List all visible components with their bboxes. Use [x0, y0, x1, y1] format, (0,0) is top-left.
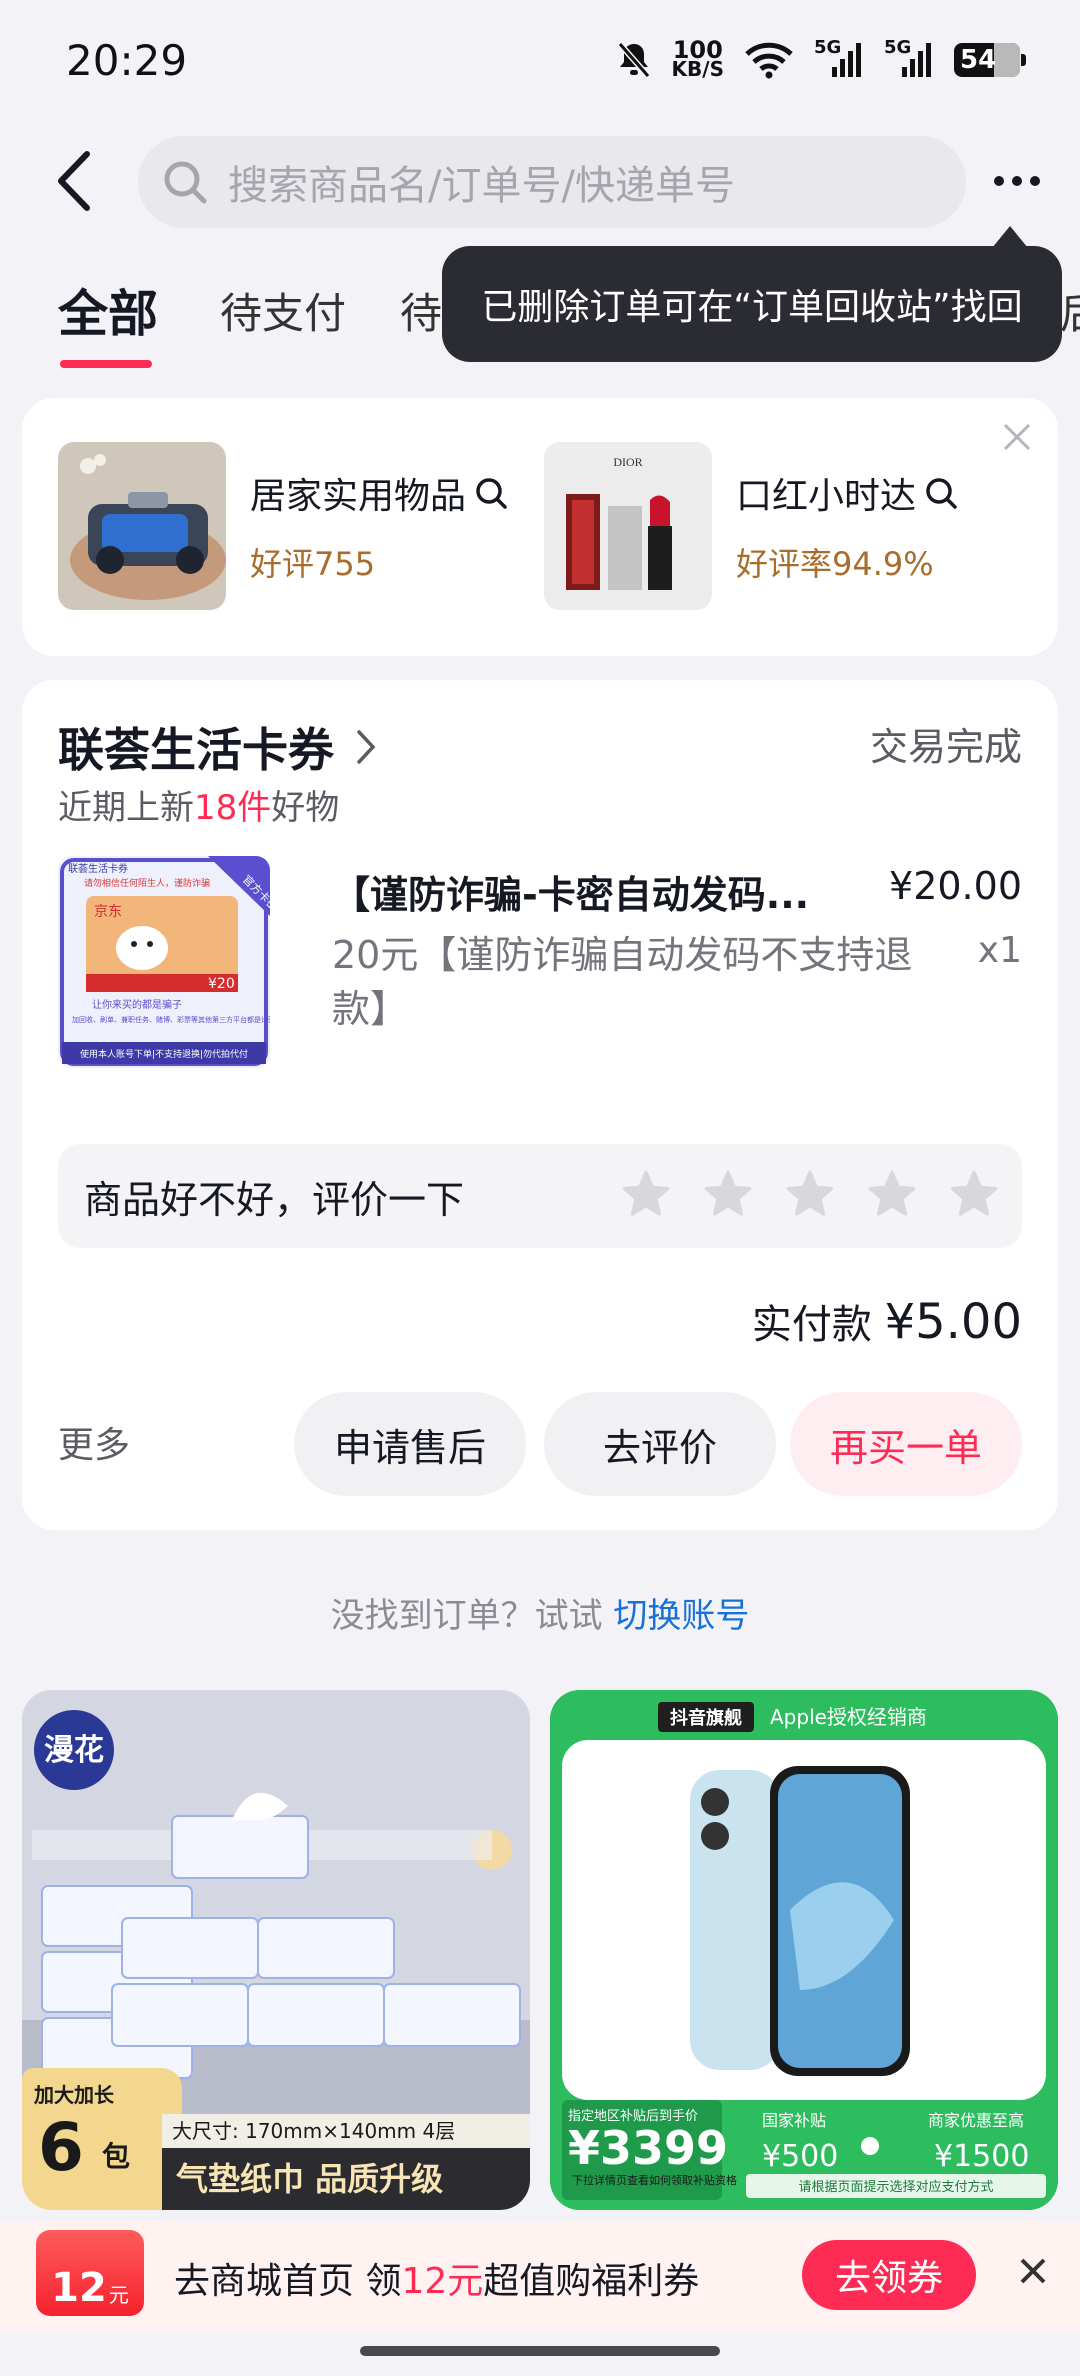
svg-text:大尺寸: 170mm×140mm 4层: 大尺寸: 170mm×140mm 4层 [172, 2119, 455, 2143]
after-sale-button[interactable]: 申请售后 [294, 1392, 526, 1496]
buy-again-button[interactable]: 再买一单 [790, 1392, 1022, 1496]
svg-text:气垫纸巾 品质升级: 气垫纸巾 品质升级 [176, 2160, 443, 2198]
reco-close-button[interactable] [1002, 422, 1032, 456]
switch-account-link[interactable]: 切换账号 [613, 1596, 749, 1636]
reco-item-home[interactable]: 居家实用物品 好评755 [58, 442, 508, 610]
tab-pending-payment[interactable]: 待支付 [220, 280, 346, 341]
svg-text:漫花: 漫花 [44, 1733, 104, 1768]
search-placeholder: 搜索商品名/订单号/快递单号 [228, 163, 735, 209]
order-status: 交易完成 [869, 725, 1022, 769]
svg-text:抖音旗舰: 抖音旗舰 [670, 1707, 742, 1729]
wifi-icon [745, 42, 793, 79]
star-icon[interactable] [866, 1168, 918, 1220]
reco-sub-home: 好评755 [250, 545, 376, 583]
order-card: 联荟生活卡券 交易完成 近期上新18件好物 联荟生活卡券 官方卡密 请勿相信任何… [22, 680, 1058, 1530]
svg-text:国家补贴: 国家补贴 [762, 2111, 826, 2130]
get-coupon-button[interactable]: 去领券 [802, 2240, 976, 2310]
product-description: 20元【谨防诈骗自动发码不支持退款】 [332, 933, 913, 1031]
status-icons: 100 KB/S 5G 5G 54 [616, 36, 1026, 81]
signal-bars-icon [902, 43, 931, 77]
reco-title-home: 居家实用物品 [250, 476, 467, 517]
review-button[interactable]: 去评价 [544, 1392, 776, 1496]
paid-amount: 实付款 ¥5.00 [751, 1294, 1022, 1350]
star-icon[interactable] [948, 1168, 1000, 1220]
battery-icon: 54 [954, 43, 1026, 77]
feed-item-iphone[interactable]: 抖音旗舰 Apple授权经销商 指定地区补贴后到手价 ¥3399 下拉详情页查看… [550, 1690, 1058, 2210]
star-icon[interactable] [702, 1168, 754, 1220]
tissue-product-image: 漫花 加大加长 6 包 大尺寸: 170mm×140mm 4层 气垫纸巾 品质升… [22, 1690, 530, 2210]
product-title[interactable]: 【谨防诈骗-卡密自动发码... [332, 864, 809, 919]
product-image[interactable]: 联荟生活卡券 官方卡密 请勿相信任何陌生人，谨防诈骗 京东 ¥20 让你来买的都… [58, 856, 270, 1068]
star-icon[interactable] [784, 1168, 836, 1220]
search-input[interactable]: 搜索商品名/订单号/快递单号 [138, 136, 966, 228]
signal-5g-1: 5G [814, 37, 864, 79]
search-icon [164, 161, 207, 204]
svg-text:¥500: ¥500 [762, 2139, 838, 2174]
svg-text:商家优惠至高: 商家优惠至高 [928, 2111, 1024, 2130]
more-menu-button[interactable] [994, 176, 1040, 186]
svg-text:6: 6 [38, 2109, 84, 2186]
recommendation-card: 居家实用物品 好评755 DIOR 口红小时达 好评率94.9% [22, 398, 1058, 656]
svg-text:加大加长: 加大加长 [33, 2083, 115, 2107]
close-icon [1020, 2258, 1046, 2284]
reco-sub-lipstick: 好评率94.9% [736, 545, 934, 583]
svg-text:京东: 京东 [94, 904, 122, 920]
reco-title-lipstick: 口红小时达 [736, 476, 917, 517]
net-speed: 100 KB/S [671, 36, 724, 81]
star-icon[interactable] [620, 1168, 672, 1220]
recycle-bin-tooltip[interactable]: 已删除订单可在“订单回收站”找回 [442, 246, 1062, 362]
chevron-right-icon [357, 730, 376, 764]
tab-indicator [60, 360, 152, 368]
product-price: ¥20.00 [889, 864, 1022, 908]
svg-text:Apple授权经销商: Apple授权经销商 [770, 1705, 927, 1729]
svg-text:请根据页面提示选择对应支付方式: 请根据页面提示选择对应支付方式 [798, 2179, 993, 2195]
search-icon [476, 478, 507, 509]
feed-item-tissue[interactable]: 漫花 加大加长 6 包 大尺寸: 170mm×140mm 4层 气垫纸巾 品质升… [22, 1690, 530, 2210]
rating-prompt: 商品好不好，评价一下 [84, 1177, 465, 1222]
coupon-banner-text: 去商城首页 领12元超值购福利券 [174, 2261, 700, 2302]
svg-text:联荟生活卡券: 联荟生活卡券 [68, 862, 128, 875]
svg-text:使用本人账号下单|不支持退换|勿代拍代付: 使用本人账号下单|不支持退换|勿代拍代付 [80, 1048, 248, 1060]
coupon-banner[interactable]: 12 元 去商城首页 领12元超值购福利券 去领券 [0, 2222, 1080, 2332]
tab-all[interactable]: 全部 [58, 274, 158, 346]
shop-name-link[interactable]: 联荟生活卡券 [58, 714, 376, 780]
product-quantity: x1 [977, 930, 1022, 971]
chevron-left-icon [58, 151, 90, 211]
coupon-banner-close-button[interactable] [1018, 2256, 1048, 2290]
rating-box: 商品好不好，评价一下 [58, 1144, 1022, 1248]
svg-text:¥20: ¥20 [208, 976, 235, 992]
search-icon [926, 478, 957, 509]
iphone-product-image: 抖音旗舰 Apple授权经销商 指定地区补贴后到手价 ¥3399 下拉详情页查看… [550, 1690, 1058, 2210]
rating-stars [620, 1168, 1000, 1220]
reco-thumb-lipstick: DIOR [544, 442, 712, 610]
signal-5g-2: 5G [884, 37, 934, 79]
svg-text:让你来买的都是骗子: 让你来买的都是骗子 [92, 998, 182, 1011]
reco-item-lipstick[interactable]: DIOR 口红小时达 好评率94.9% [544, 442, 958, 610]
svg-text:¥1500: ¥1500 [934, 2139, 1029, 2174]
tab-pending[interactable]: 待 [400, 280, 442, 341]
tooltip-arrow [992, 226, 1028, 248]
svg-text:¥3399: ¥3399 [568, 2121, 728, 2175]
signal-bars-icon [832, 43, 861, 77]
no-order-hint: 没找到订单？试试 切换账号 [330, 1596, 750, 1636]
tab-after-sale[interactable]: 后 [1060, 280, 1080, 341]
more-options[interactable]: 更多 [58, 1416, 130, 1468]
shop-name: 联荟生活卡券 [58, 723, 334, 777]
svg-text:加回收、刷单、兼职任务、赌博、彩票等其他第三方平台都是诈骗: 加回收、刷单、兼职任务、赌博、彩票等其他第三方平台都是诈骗 [72, 1015, 270, 1024]
svg-text:下拉详情页查看如何领取补贴资格: 下拉详情页查看如何领取补贴资格 [572, 2173, 737, 2187]
reco-thumb-home [58, 442, 226, 610]
svg-text:请勿相信任何陌生人，谨防诈骗: 请勿相信任何陌生人，谨防诈骗 [84, 877, 210, 889]
svg-text:DIOR: DIOR [613, 455, 642, 469]
svg-text:包: 包 [102, 2140, 130, 2173]
close-icon [1003, 423, 1031, 451]
back-button[interactable] [55, 150, 95, 216]
shop-subtitle: 近期上新18件好物 [58, 788, 340, 828]
home-indicator[interactable] [360, 2346, 720, 2356]
mute-bell-icon [617, 42, 650, 78]
status-time: 20:29 [66, 36, 188, 85]
coupon-badge: 12 元 [36, 2230, 144, 2316]
